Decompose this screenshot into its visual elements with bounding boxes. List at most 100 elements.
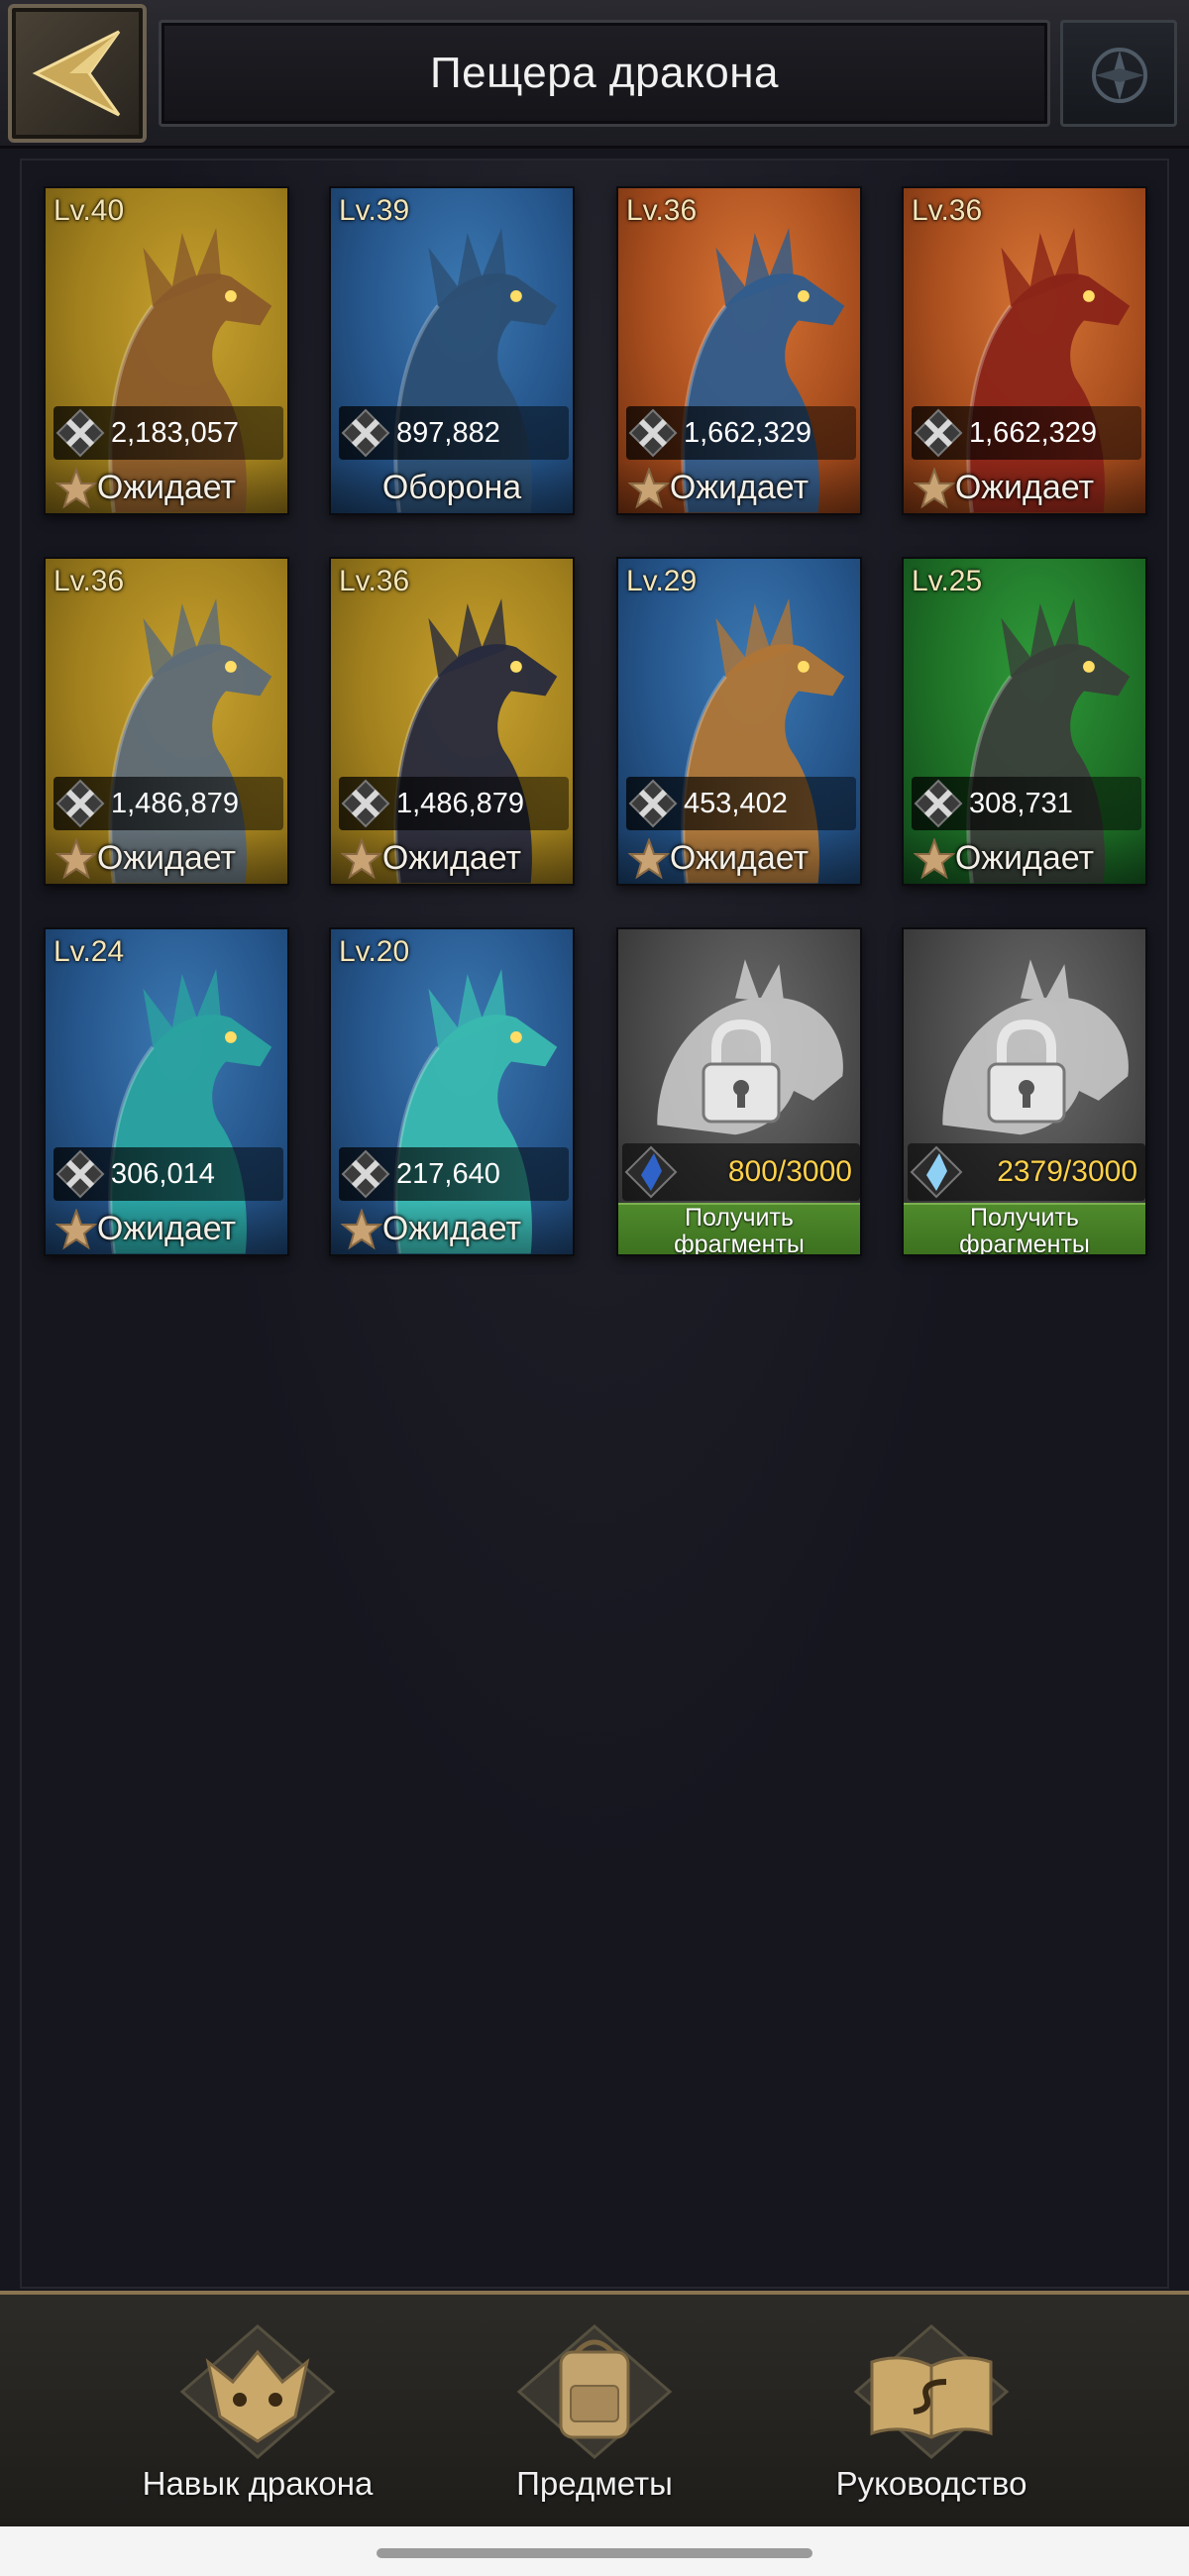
dragon-card[interactable]: Lv.36 1,662,329 Ожидает: [616, 186, 862, 515]
dragon-status: Ожидает: [96, 1210, 237, 1247]
get-fragments-button[interactable]: Получить фрагменты: [618, 1203, 860, 1254]
status-row: Ожидает: [46, 462, 287, 513]
power-row: 453,402: [626, 777, 856, 830]
nav-label: Навык дракона: [142, 2465, 374, 2502]
nav-guide[interactable]: Руководство: [783, 2295, 1080, 2530]
locked-dragon-card[interactable]: 2379/3000 Получить фрагменты: [902, 927, 1147, 1256]
status-row: Ожидает: [618, 462, 860, 513]
crossed-swords-icon: [55, 779, 105, 828]
padlock-icon: [987, 1019, 1066, 1124]
crossed-swords-icon: [914, 408, 963, 458]
dragon-level: Lv.36: [912, 194, 983, 227]
dragon-grid: Lv.40 2,183,057 Ожидает Lv.39 897,882 Оборона…: [20, 159, 1169, 2289]
home-indicator[interactable]: [377, 2548, 812, 2558]
dragon-level: Lv.36: [339, 565, 410, 597]
dragon-level: Lv.20: [339, 935, 410, 968]
crossed-swords-icon: [628, 408, 678, 458]
arrow-left-icon: [32, 30, 121, 117]
power-row: 1,662,329: [912, 406, 1141, 460]
status-row: Ожидает: [46, 1203, 287, 1254]
dragon-card[interactable]: Lv.24 306,014 Ожидает: [44, 927, 289, 1256]
nav-label: Руководство: [835, 2465, 1027, 2502]
guide-book-icon: [853, 2324, 1010, 2459]
dragon-level: Lv.36: [54, 565, 125, 597]
dragon-power: 217,640: [396, 1158, 500, 1190]
back-button[interactable]: [8, 4, 147, 143]
page-title: Пещера дракона: [429, 49, 780, 97]
locked-dragon-card[interactable]: 800/3000 Получить фрагменты: [616, 927, 862, 1256]
status-row: Ожидает: [904, 832, 1145, 884]
dragon-card[interactable]: Lv.36 1,486,879 Ожидает: [44, 557, 289, 886]
nav-dragon-skill[interactable]: Навык дракона: [109, 2295, 406, 2530]
dragon-status: Ожидает: [669, 839, 810, 877]
dragon-level: Lv.39: [339, 194, 410, 227]
status-row: Ожидает: [904, 462, 1145, 513]
dragon-skill-icon: [179, 2324, 336, 2459]
title-bar: Пещера дракона: [159, 20, 1050, 127]
status-row: Ожидает: [331, 1203, 573, 1254]
dragon-status: Ожидает: [96, 469, 237, 506]
dragon-status: Ожидает: [381, 839, 522, 877]
ornament-icon: [1092, 48, 1147, 103]
dragon-power: 306,014: [111, 1158, 215, 1190]
crossed-swords-icon: [341, 1149, 390, 1199]
crystal-fragment-icon: [624, 1145, 678, 1199]
dragon-card[interactable]: Lv.36 1,486,879 Ожидает: [329, 557, 575, 886]
fragments-row: 2379/3000: [908, 1143, 1145, 1201]
crystal-fragment-icon: [910, 1145, 963, 1199]
power-row: 306,014: [54, 1147, 283, 1201]
dragon-card[interactable]: Lv.20 217,640 Ожидает: [329, 927, 575, 1256]
dragon-power: 2,183,057: [111, 417, 240, 449]
dragon-status: Оборона: [381, 469, 522, 506]
crossed-swords-icon: [914, 779, 963, 828]
fragment-count: 2379/3000: [997, 1155, 1137, 1188]
header: Пещера дракона: [0, 0, 1189, 149]
power-row: 308,731: [912, 777, 1141, 830]
fragments-row: 800/3000: [622, 1143, 860, 1201]
dragon-card[interactable]: Lv.39 897,882 Оборона: [329, 186, 575, 515]
power-row: 897,882: [339, 406, 569, 460]
crossed-swords-icon: [341, 779, 390, 828]
status-row: Ожидает: [46, 832, 287, 884]
dragon-level: Lv.29: [626, 565, 698, 597]
backpack-icon: [516, 2324, 673, 2459]
dragon-power: 308,731: [969, 788, 1073, 819]
crossed-swords-icon: [55, 1149, 105, 1199]
power-row: 1,486,879: [54, 777, 283, 830]
dragon-card[interactable]: Lv.40 2,183,057 Ожидает: [44, 186, 289, 515]
dragon-status: Ожидает: [669, 469, 810, 506]
status-row: Оборона: [331, 462, 573, 513]
dragon-level: Lv.24: [54, 935, 125, 968]
crossed-swords-icon: [55, 408, 105, 458]
dragon-status: Ожидает: [381, 1210, 522, 1247]
dragon-power: 1,486,879: [111, 788, 240, 819]
status-row: Ожидает: [331, 832, 573, 884]
dragon-card[interactable]: Lv.36 1,662,329 Ожидает: [902, 186, 1147, 515]
power-row: 1,486,879: [339, 777, 569, 830]
nav-items[interactable]: Предметы: [446, 2295, 743, 2530]
dragon-status: Ожидает: [954, 469, 1095, 506]
power-row: 2,183,057: [54, 406, 283, 460]
status-row: Ожидает: [618, 832, 860, 884]
dragon-level: Lv.36: [626, 194, 698, 227]
dragon-card[interactable]: Lv.29 453,402 Ожидает: [616, 557, 862, 886]
nav-label: Предметы: [516, 2465, 673, 2502]
bottom-nav: Навык дракона Предметы Руководство: [0, 2291, 1189, 2526]
dragon-power: 897,882: [396, 417, 500, 449]
fragment-count: 800/3000: [727, 1155, 852, 1188]
padlock-icon: [702, 1019, 781, 1124]
power-row: 1,662,329: [626, 406, 856, 460]
dragon-status: Ожидает: [954, 839, 1095, 877]
dragon-level: Lv.40: [54, 194, 125, 227]
system-nav-area: [0, 2526, 1189, 2576]
dragon-card[interactable]: Lv.25 308,731 Ожидает: [902, 557, 1147, 886]
dragon-level: Lv.25: [912, 565, 983, 597]
crossed-swords-icon: [341, 408, 390, 458]
dragon-cave-screen: Пещера дракона Lv.40 2,183,057 Ожидает Lv.3…: [0, 0, 1189, 2576]
dragon-power: 453,402: [684, 788, 788, 819]
menu-button[interactable]: [1060, 20, 1177, 127]
dragon-power: 1,486,879: [396, 788, 525, 819]
get-fragments-button[interactable]: Получить фрагменты: [904, 1203, 1145, 1254]
dragon-power: 1,662,329: [684, 417, 812, 449]
dragon-power: 1,662,329: [969, 417, 1098, 449]
